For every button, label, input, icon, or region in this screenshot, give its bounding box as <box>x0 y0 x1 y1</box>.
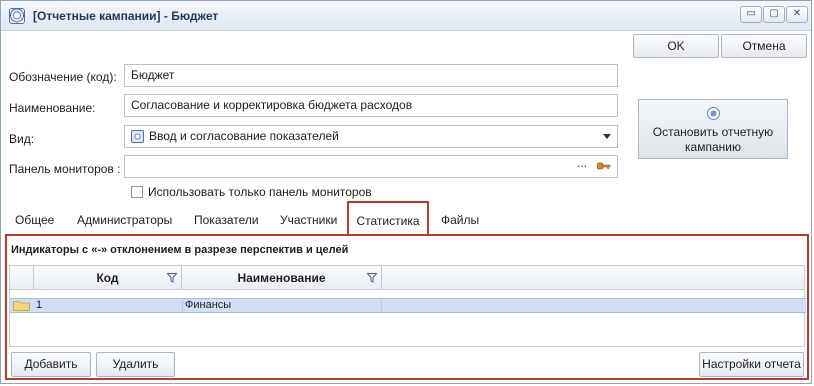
campaign-icon <box>131 130 144 143</box>
tab-administrators[interactable]: Администраторы <box>77 213 172 227</box>
monitor-label: Панель мониторов : <box>9 162 121 176</box>
grid-header: Код Наименование <box>10 266 804 290</box>
name-label: Наименование: <box>9 101 96 115</box>
report-settings-button[interactable]: Настройки отчета <box>699 352 804 377</box>
type-select-value: Ввод и согласование показателей <box>149 129 339 143</box>
code-label: Обозначение (код): <box>9 70 117 84</box>
stop-campaign-label: Остановить отчетную кампанию <box>652 125 774 154</box>
only-monitors-checkbox[interactable] <box>131 186 143 198</box>
campaign-icon <box>9 8 25 24</box>
key-icon[interactable] <box>597 162 611 170</box>
tab-participants[interactable]: Участники <box>280 213 337 227</box>
row-selector-header <box>10 266 34 290</box>
cell-name: Финансы <box>182 299 382 312</box>
filter-icon[interactable] <box>367 273 377 283</box>
code-field[interactable]: Бюджет <box>124 64 618 87</box>
delete-button[interactable]: Удалить <box>96 352 175 377</box>
indicators-grid: Код Наименование 1 Финансы <box>9 265 806 347</box>
type-select[interactable]: Ввод и согласование показателей <box>124 125 618 148</box>
window-title: [Отчетные кампании] - Бюджет <box>33 9 219 23</box>
stop-circle-icon <box>707 107 720 120</box>
add-button[interactable]: Добавить <box>11 352 91 377</box>
close-button[interactable]: ✕ <box>786 6 808 23</box>
maximize-button[interactable]: ▢ <box>763 6 785 23</box>
column-header-name[interactable]: Наименование <box>182 266 382 290</box>
filter-icon[interactable] <box>167 273 177 283</box>
dialog-window: [Отчетные кампании] - Бюджет ▭ ▢ ✕ OK От… <box>0 0 812 384</box>
column-header-code[interactable]: Код <box>34 266 182 290</box>
statistics-panel: Индикаторы с «-» отклонением в разрезе п… <box>5 234 809 380</box>
cell-code: 1 <box>36 299 43 311</box>
minimize-button[interactable]: ▭ <box>740 6 762 23</box>
tab-statistics-label: Статистика <box>356 214 420 228</box>
only-monitors-label: Использовать только панель мониторов <box>148 185 372 199</box>
column-header-name-label: Наименование <box>237 271 326 285</box>
tab-statistics[interactable]: Статистика <box>347 201 429 236</box>
type-label: Вид: <box>9 132 35 146</box>
ok-button[interactable]: OK <box>633 34 719 58</box>
monitor-field[interactable]: ... <box>124 155 618 178</box>
name-field[interactable]: Согласование и корректировка бюджета рас… <box>124 94 618 117</box>
table-row[interactable]: 1 Финансы <box>10 298 806 313</box>
panel-title: Индикаторы с «-» отклонением в разрезе п… <box>11 244 349 256</box>
tab-indicators[interactable]: Показатели <box>194 213 259 227</box>
tab-files[interactable]: Файлы <box>441 213 479 227</box>
column-header-code-label: Код <box>96 271 119 285</box>
browse-button[interactable]: ... <box>577 156 587 174</box>
folder-icon <box>13 301 30 311</box>
chevron-down-icon[interactable] <box>603 134 611 139</box>
tab-general[interactable]: Общее <box>15 213 54 227</box>
title-bar[interactable]: [Отчетные кампании] - Бюджет ▭ ▢ ✕ <box>1 1 811 31</box>
cancel-button[interactable]: Отмена <box>721 34 807 58</box>
stop-campaign-button[interactable]: Остановить отчетную кампанию <box>638 99 788 159</box>
